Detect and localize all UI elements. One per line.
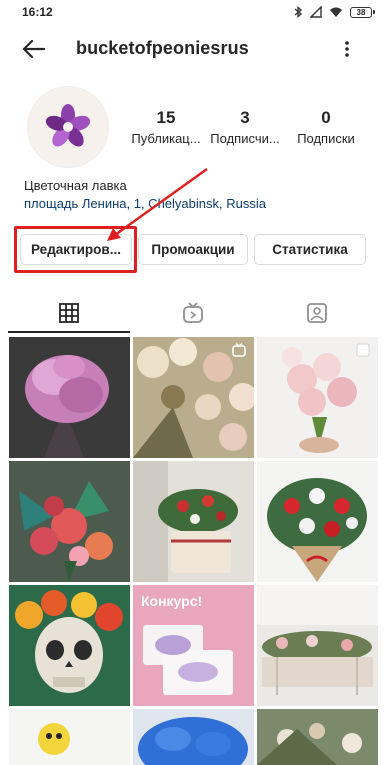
flower-logo-icon [45, 104, 91, 147]
post-tile[interactable] [257, 585, 378, 706]
post-tile[interactable] [9, 337, 130, 458]
status-bar: 16:12 38 [0, 0, 386, 24]
post-image [257, 461, 378, 582]
edit-profile-button[interactable]: Редактиров... [20, 234, 132, 265]
post-tile[interactable] [257, 461, 378, 582]
stat-posts-label: Публикац... [131, 131, 201, 146]
tab-igtv[interactable] [133, 293, 253, 333]
grid-icon [59, 303, 79, 323]
promotions-button[interactable]: Промоакции [138, 234, 248, 265]
post-image [9, 709, 130, 765]
signal-icon [310, 6, 322, 18]
post-tile[interactable] [133, 337, 254, 458]
more-options-button[interactable] [334, 36, 360, 62]
igtv-icon [232, 343, 246, 357]
post-tile[interactable] [257, 709, 378, 765]
more-vertical-icon [345, 41, 349, 57]
post-image [257, 709, 378, 765]
igtv-icon [183, 302, 203, 323]
multiple-photos-icon [356, 343, 370, 357]
bluetooth-icon [294, 6, 303, 18]
post-tile[interactable]: Конкурс! [133, 585, 254, 706]
stat-following[interactable]: 0 Подписки [286, 108, 366, 146]
post-tile[interactable] [9, 461, 130, 582]
stat-followers-value: 3 [240, 108, 250, 127]
stat-followers-label: Подписчи... [210, 131, 280, 146]
post-tile[interactable] [133, 461, 254, 582]
profile-category: Цветочная лавка [24, 178, 127, 193]
stat-posts[interactable]: 15 Публикац... [126, 108, 206, 146]
post-image [133, 709, 254, 765]
post-image [9, 461, 130, 582]
battery-icon: 38 [350, 6, 375, 18]
profile-tabs [0, 293, 386, 333]
stat-posts-value: 15 [156, 108, 176, 127]
profile-username: bucketofpeoniesrus [76, 38, 249, 58]
tab-active-indicator [8, 331, 130, 333]
tab-tagged[interactable] [257, 293, 377, 333]
wifi-icon [330, 7, 342, 17]
stat-followers[interactable]: 3 Подписчи... [205, 108, 285, 146]
stat-following-label: Подписки [297, 131, 355, 146]
statistics-button[interactable]: Статистика [254, 234, 366, 265]
post-image [9, 337, 130, 458]
back-arrow-icon [23, 40, 45, 58]
avatar[interactable] [27, 86, 109, 168]
post-tile[interactable] [257, 337, 378, 458]
stat-following-value: 0 [321, 108, 331, 127]
post-image [133, 461, 254, 582]
profile-address-link[interactable]: площадь Ленина, 1, Chelyabinsk, Russia [24, 196, 266, 211]
tagged-icon [307, 303, 327, 323]
profile-header: bucketofpeoniesrus [0, 28, 386, 70]
tab-grid[interactable] [9, 293, 129, 333]
post-tile[interactable] [9, 709, 130, 765]
post-image [9, 585, 130, 706]
back-button[interactable] [20, 36, 48, 62]
post-overlay-text: Конкурс! [141, 593, 203, 609]
post-tile[interactable] [133, 709, 254, 765]
post-image [257, 585, 378, 706]
status-icons: 38 [293, 6, 375, 18]
post-tile[interactable] [9, 585, 130, 706]
status-time: 16:12 [22, 5, 53, 19]
